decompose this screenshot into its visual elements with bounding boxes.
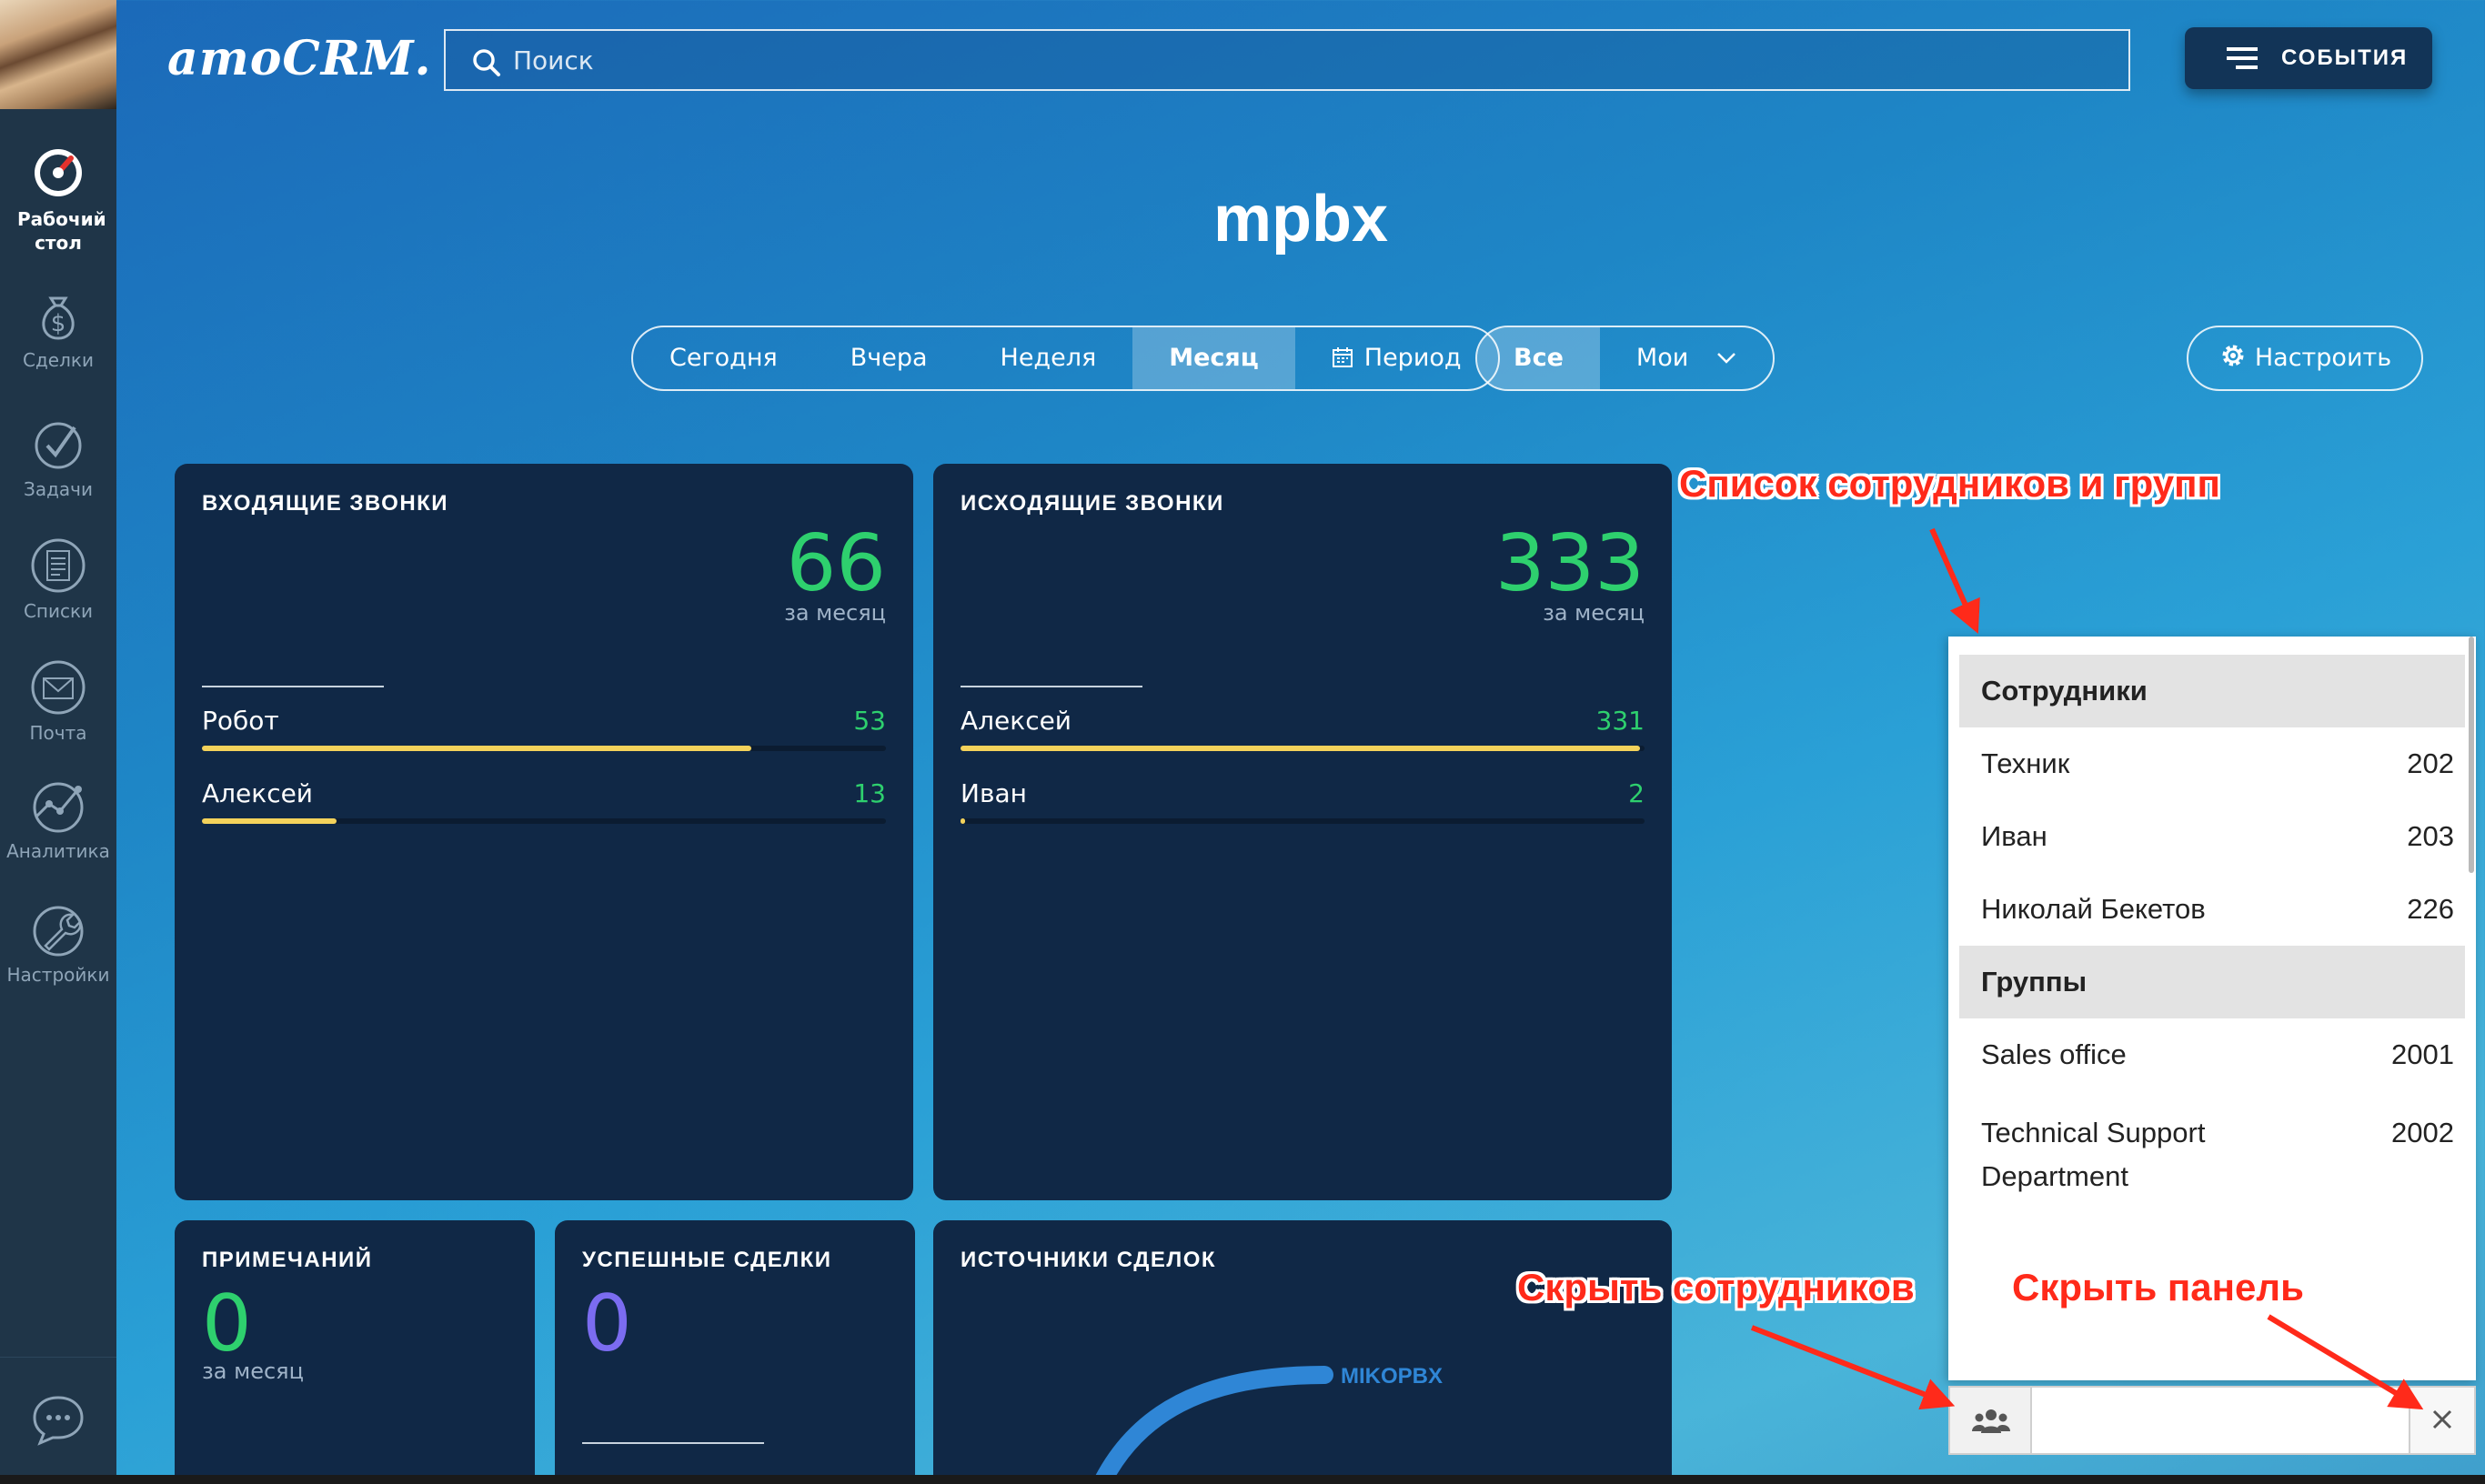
arrow-to-hide-panel [2267, 1314, 2424, 1410]
window-edge [0, 1475, 2485, 1484]
annotation-arrows [1750, 527, 2424, 1410]
arrow-to-hide-employees [1750, 1325, 1956, 1410]
arrow-to-list [1929, 527, 1980, 634]
